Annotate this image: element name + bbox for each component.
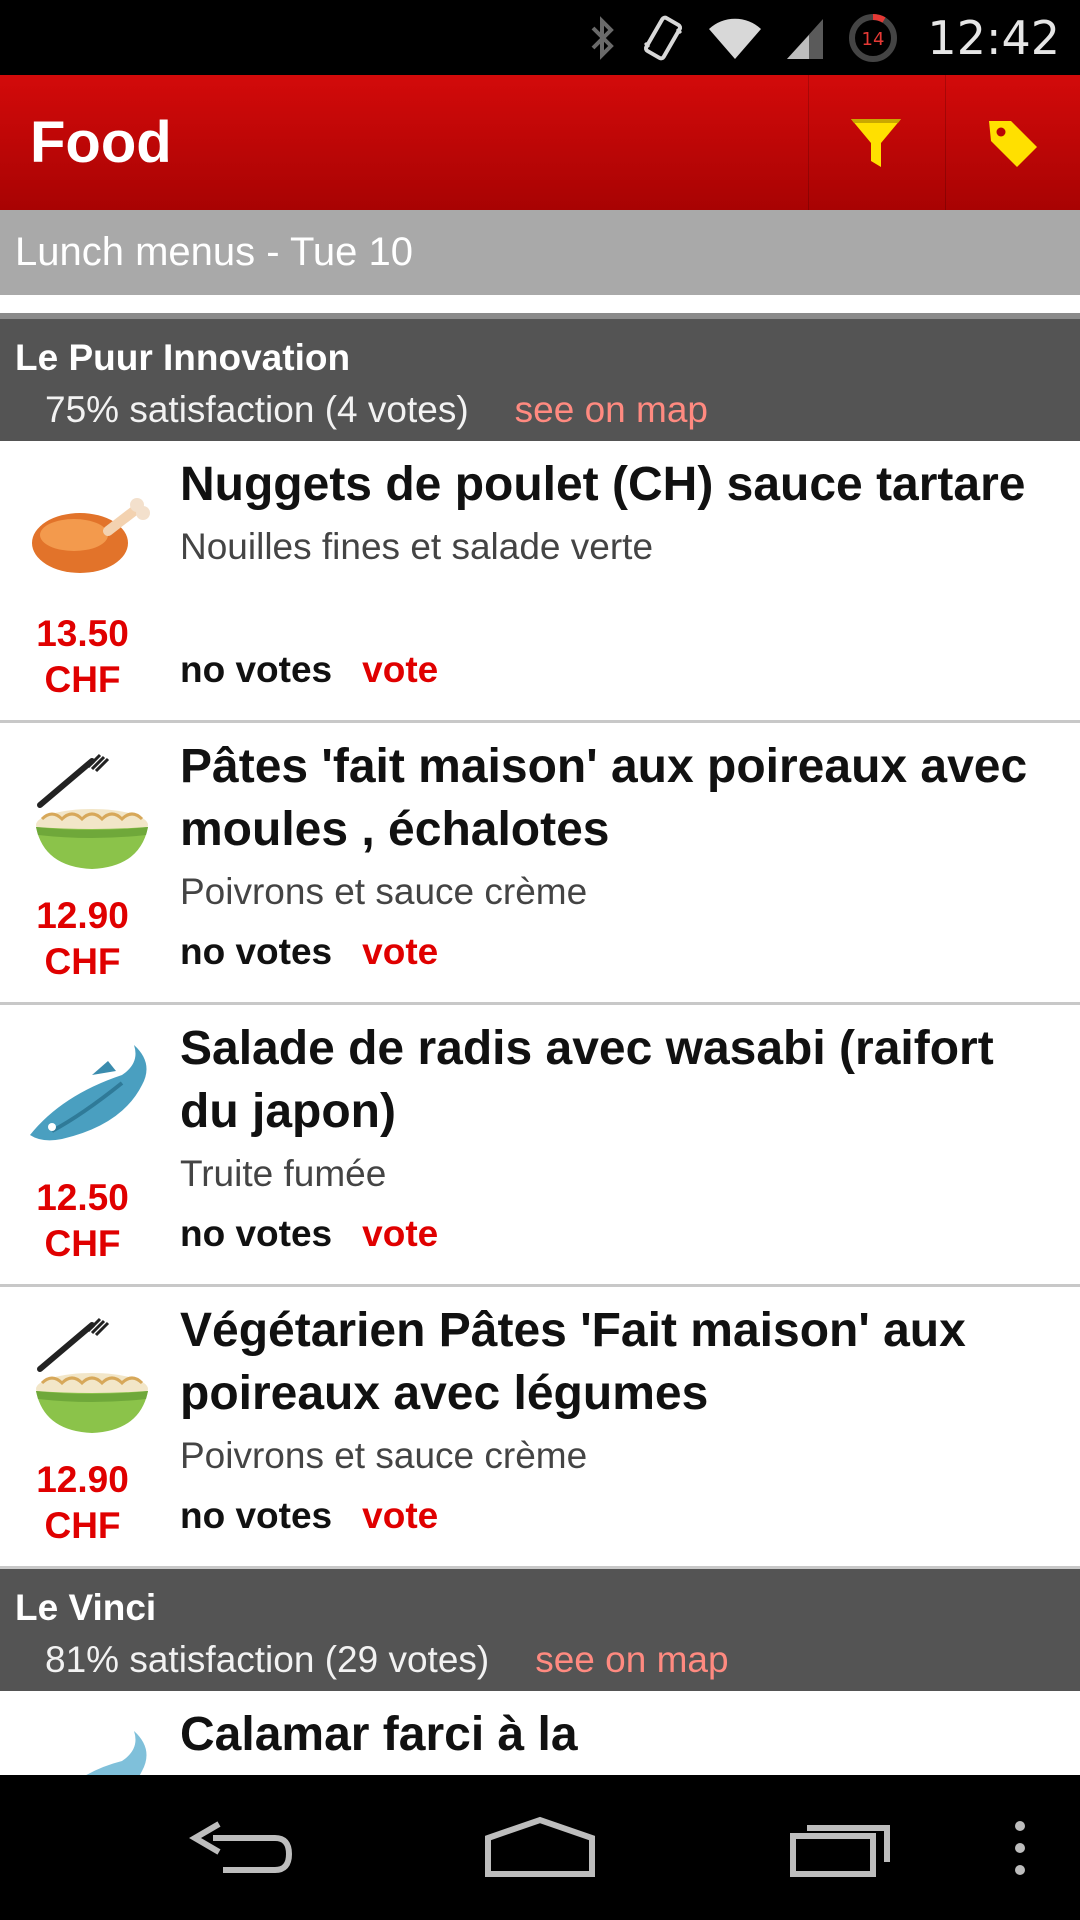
action-bar: Food xyxy=(0,75,1080,210)
status-bar: 14 12:42 xyxy=(0,0,1080,75)
vote-count: no votes xyxy=(180,1213,333,1254)
price: 12.90 CHF xyxy=(36,1459,129,1546)
dish-title: Calamar farci à la xyxy=(180,1708,578,1761)
date-subheader: Lunch menus - Tue 10 xyxy=(0,210,1080,295)
dish-description: Truite fumée xyxy=(180,1153,387,1194)
svg-text:14: 14 xyxy=(862,29,885,50)
fish-icon xyxy=(30,1045,147,1141)
dish-title: Salade de radis avec wasabi (raifort du … xyxy=(180,1022,994,1138)
vote-count: no votes xyxy=(180,1495,333,1536)
pasta-bowl-icon xyxy=(36,1317,148,1433)
app-title: Food xyxy=(30,110,172,175)
vote-link[interactable]: vote xyxy=(362,931,438,973)
back-icon xyxy=(189,1820,293,1873)
menu-item[interactable]: 13.50 CHF Nuggets de poulet (CH) sauce t… xyxy=(0,441,1080,723)
menu-item[interactable]: Calamar farci à la xyxy=(0,1691,1080,1775)
recent-apps-icon xyxy=(790,1824,890,1877)
tag-button[interactable] xyxy=(945,75,1080,210)
menu-overflow-icon xyxy=(1015,1820,1025,1875)
overflow-menu-button[interactable] xyxy=(990,1775,1050,1920)
price: 13.50 CHF xyxy=(36,613,129,700)
home-button[interactable] xyxy=(470,1775,610,1920)
back-button[interactable] xyxy=(170,1775,310,1920)
signal-icon xyxy=(787,18,824,59)
vote-count: no votes xyxy=(180,649,333,690)
dish-title: Végétarien Pâtes 'Fait maison' aux poire… xyxy=(180,1304,966,1420)
dish-description: Poivrons et sauce crème xyxy=(180,1435,588,1476)
dish-description: Nouilles fines et salade verte xyxy=(180,526,654,567)
menu-item[interactable]: 12.50 CHF Salade de radis avec wasabi (r… xyxy=(0,1005,1080,1287)
pasta-bowl-icon xyxy=(36,753,148,869)
restaurant-header: Le Vinci 81% satisfaction (29 votes) see… xyxy=(0,1569,1080,1691)
restaurant-header: Le Puur Innovation 75% satisfaction (4 v… xyxy=(0,313,1080,441)
satisfaction-text: 75% satisfaction (4 votes) xyxy=(45,389,469,430)
filter-icon xyxy=(851,118,901,167)
recent-apps-button[interactable] xyxy=(770,1775,910,1920)
menu-list[interactable]: Le Puur Innovation 75% satisfaction (4 v… xyxy=(0,295,1080,1775)
dish-title: Nuggets de poulet (CH) sauce tartare xyxy=(180,458,1026,511)
dish-title: Pâtes 'fait maison' aux poireaux avec mo… xyxy=(180,740,1028,856)
price: 12.50 CHF xyxy=(36,1177,129,1264)
menu-item[interactable]: 12.90 CHF Pâtes 'fait maison' aux poirea… xyxy=(0,723,1080,1005)
vibrate-icon xyxy=(644,15,683,60)
vote-link[interactable]: vote xyxy=(362,649,438,691)
navigation-bar xyxy=(0,1775,1080,1920)
restaurant-name: Le Vinci xyxy=(15,1587,157,1628)
vote-link[interactable]: vote xyxy=(362,1495,438,1537)
menu-item[interactable]: 12.90 CHF Végétarien Pâtes 'Fait maison'… xyxy=(0,1287,1080,1569)
home-icon xyxy=(485,1816,595,1877)
clock: 12:42 xyxy=(927,10,1060,65)
dish-description: Poivrons et sauce crème xyxy=(180,871,588,912)
price: 12.90 CHF xyxy=(36,895,129,982)
tag-icon xyxy=(989,120,1037,167)
chicken-icon xyxy=(32,498,150,573)
fish-icon xyxy=(86,1731,147,1775)
see-on-map-link[interactable]: see on map xyxy=(535,1639,728,1681)
satisfaction-text: 81% satisfaction (29 votes) xyxy=(45,1639,490,1680)
bluetooth-icon xyxy=(592,15,615,60)
filter-button[interactable] xyxy=(808,75,943,210)
restaurant-name: Le Puur Innovation xyxy=(15,337,351,378)
see-on-map-link[interactable]: see on map xyxy=(515,389,708,431)
wifi-icon xyxy=(709,18,762,59)
vote-link[interactable]: vote xyxy=(362,1213,438,1255)
vote-count: no votes xyxy=(180,931,333,972)
battery-icon: 14 xyxy=(849,13,898,62)
